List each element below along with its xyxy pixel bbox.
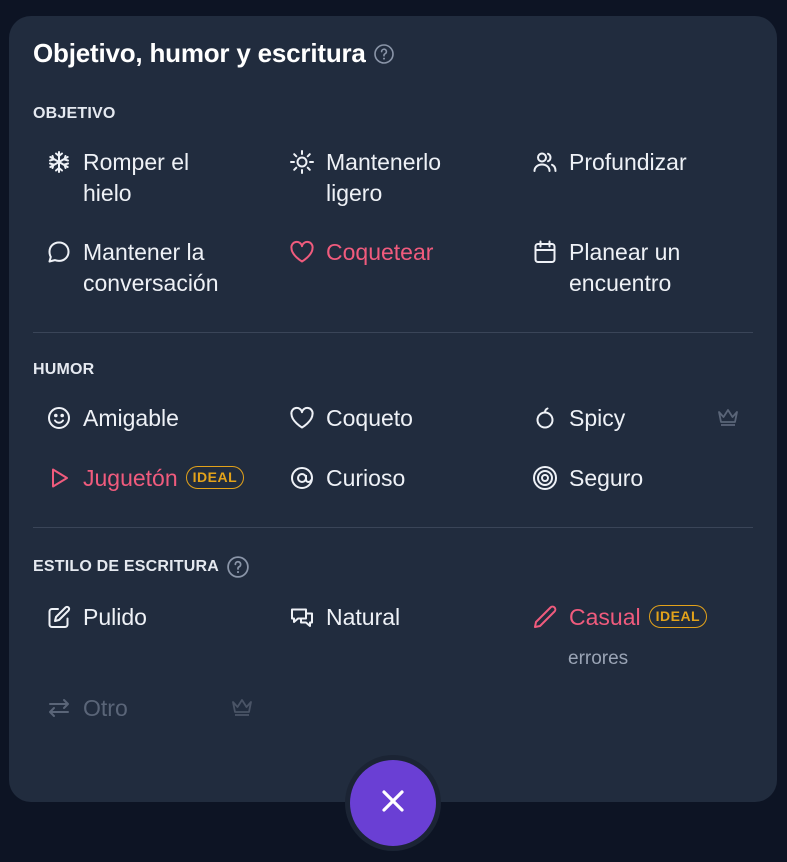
option-label: Coqueto	[326, 405, 413, 431]
option-label: Planear un	[569, 239, 681, 265]
chat-bubble-icon	[45, 238, 73, 266]
option-label-line2: hielo	[83, 180, 132, 206]
option-label: Romper el	[83, 149, 190, 175]
divider	[33, 332, 753, 333]
option-label: Seguro	[569, 465, 644, 491]
option-label: Pulido	[83, 604, 147, 630]
chat-bubbles-icon	[288, 603, 316, 631]
option-amigable[interactable]: Amigable	[45, 403, 179, 434]
option-label: Casual	[569, 604, 641, 630]
option-coqueto[interactable]: Coqueto	[288, 403, 413, 434]
option-mantener-la-conversacion[interactable]: Mantener la conversación	[45, 237, 219, 299]
edit-icon	[45, 603, 73, 631]
play-icon	[45, 464, 73, 492]
at-target-icon	[288, 464, 316, 492]
option-seguro[interactable]: Seguro	[531, 463, 643, 494]
close-button[interactable]	[350, 760, 436, 846]
section-label-objetivo: OBJETIVO	[33, 105, 116, 122]
option-label: Juguetón	[83, 465, 178, 491]
option-pulido[interactable]: Pulido	[45, 602, 147, 633]
option-label: Otro	[83, 695, 128, 721]
option-label: Curioso	[326, 465, 406, 491]
option-romper-el-hielo[interactable]: Romper el hielo	[45, 147, 189, 209]
target-icon	[531, 464, 559, 492]
heart-icon	[288, 238, 316, 266]
option-otro[interactable]: Otro	[45, 693, 128, 724]
option-label: Coquetear	[326, 239, 434, 265]
ideal-badge: IDEAL	[185, 466, 245, 490]
snowflake-icon	[45, 148, 73, 176]
option-label: Amigable	[83, 405, 179, 431]
option-label: Mantenerlo	[326, 149, 442, 175]
option-profundizar[interactable]: Profundizar	[531, 147, 687, 178]
option-label-line2: ligero	[326, 180, 383, 206]
pencil-icon	[531, 603, 559, 631]
option-label: Natural	[326, 604, 401, 630]
swap-arrows-icon	[45, 694, 73, 722]
option-label: Mantener la	[83, 239, 205, 265]
option-label-line2: conversación	[83, 270, 219, 296]
pepper-icon	[531, 404, 559, 432]
users-icon	[531, 148, 559, 176]
section-label-humor: HUMOR	[33, 361, 95, 378]
divider	[33, 527, 753, 528]
option-spicy[interactable]: Spicy	[531, 403, 625, 434]
option-coquetear[interactable]: Coquetear	[288, 237, 433, 268]
page-title: Objetivo, humor y escritura	[33, 38, 366, 68]
heart-outline-icon	[288, 404, 316, 432]
sun-icon	[288, 148, 316, 176]
section-label-text: ESTILO DE ESCRITURA	[33, 558, 220, 575]
option-label: Spicy	[569, 405, 626, 431]
option-label: Profundizar	[569, 149, 687, 175]
section-label-estilo: ESTILO DE ESCRITURA	[33, 556, 249, 578]
option-label-line2: encuentro	[569, 270, 672, 296]
option-mantenerlo-ligero[interactable]: Mantenerlo ligero	[288, 147, 441, 209]
help-circle-icon[interactable]	[227, 556, 249, 578]
close-icon	[379, 787, 407, 820]
option-jugueton[interactable]: Juguetón IDEAL	[45, 463, 245, 494]
option-sublabel: errores	[568, 648, 629, 669]
crown-icon	[230, 697, 254, 717]
panel-header: Objetivo, humor y escritura	[33, 38, 394, 69]
option-curioso[interactable]: Curioso	[288, 463, 405, 494]
ideal-badge: IDEAL	[648, 605, 708, 629]
option-natural[interactable]: Natural	[288, 602, 400, 633]
crown-icon	[716, 407, 740, 427]
help-circle-icon[interactable]	[373, 43, 394, 64]
settings-panel: Objetivo, humor y escritura OBJETIVO Rom…	[9, 16, 777, 802]
smile-icon	[45, 404, 73, 432]
calendar-icon	[531, 238, 559, 266]
option-casual[interactable]: Casual IDEAL	[531, 602, 708, 633]
option-planear-un-encuentro[interactable]: Planear un encuentro	[531, 237, 680, 299]
